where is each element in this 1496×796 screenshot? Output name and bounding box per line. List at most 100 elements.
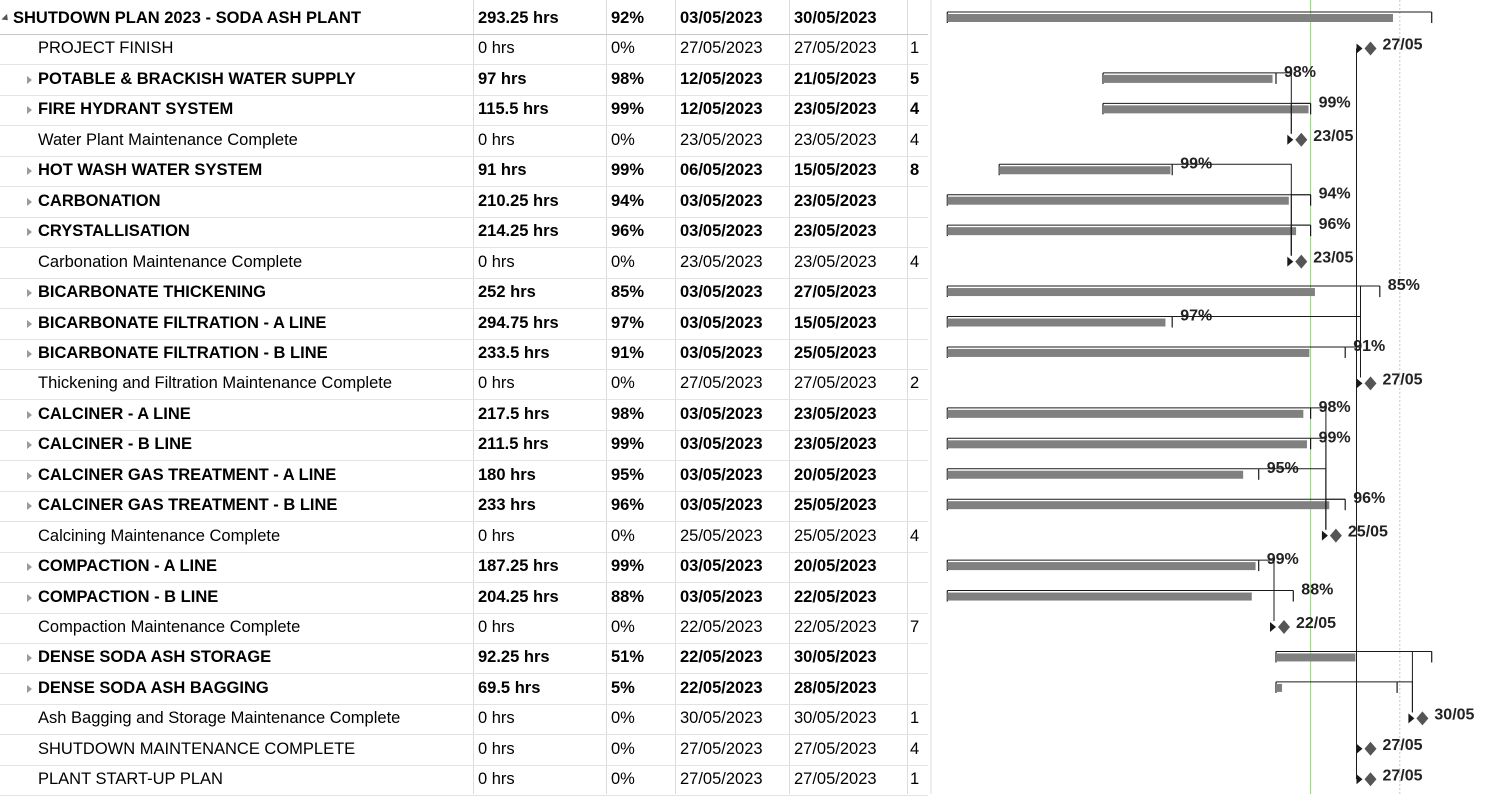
task-finish-date[interactable]: 25/05/2023 — [794, 338, 908, 369]
task-start-date[interactable]: 22/05/2023 — [680, 612, 792, 643]
task-name[interactable]: Thickening and Filtration Maintenance Co… — [38, 368, 500, 399]
task-finish-date[interactable]: 25/05/2023 — [794, 490, 908, 521]
task-start-date[interactable]: 03/05/2023 — [680, 582, 792, 613]
task-start-date[interactable]: 03/05/2023 — [680, 308, 792, 339]
task-work[interactable]: 0 hrs — [478, 368, 606, 399]
task-work[interactable]: 92.25 hrs — [478, 642, 606, 673]
task-row[interactable]: CALCINER - A LINE 217.5 hrs 98% 03/05/2023 2… — [0, 399, 928, 431]
task-finish-date[interactable]: 23/05/2023 — [794, 247, 908, 278]
milestone-row[interactable]: Compaction Maintenance Complete 0 hrs 0% 22… — [0, 612, 928, 644]
task-start-date[interactable]: 03/05/2023 — [680, 338, 792, 369]
task-finish-date[interactable]: 27/05/2023 — [794, 764, 908, 795]
task-start-date[interactable]: 23/05/2023 — [680, 247, 792, 278]
task-name[interactable]: CALCINER - A LINE — [38, 399, 500, 430]
task-name[interactable]: CARBONATION — [38, 186, 500, 217]
task-predecessors[interactable]: 4 — [910, 521, 928, 552]
task-start-date[interactable]: 27/05/2023 — [680, 33, 792, 64]
task-percent-complete[interactable]: 98% — [611, 64, 675, 95]
task-name[interactable]: DENSE SODA ASH BAGGING — [38, 673, 500, 704]
milestone-row[interactable]: Thickening and Filtration Maintenance Co… — [0, 368, 928, 401]
task-name[interactable]: Water Plant Maintenance Complete — [38, 125, 500, 156]
task-finish-date[interactable]: 15/05/2023 — [794, 308, 908, 339]
task-work[interactable]: 0 hrs — [478, 125, 606, 156]
task-predecessors[interactable] — [910, 399, 928, 430]
task-predecessors[interactable] — [910, 551, 928, 582]
task-predecessors[interactable] — [910, 3, 928, 34]
expand-triangle-icon[interactable] — [27, 563, 32, 572]
task-finish-date[interactable]: 23/05/2023 — [794, 125, 908, 156]
task-percent-complete[interactable]: 0% — [611, 521, 675, 552]
milestone-row[interactable]: SHUTDOWN MAINTENANCE COMPLETE 0 hrs 0% 27/0… — [0, 734, 928, 766]
task-percent-complete[interactable]: 0% — [611, 764, 675, 795]
expand-triangle-icon[interactable] — [27, 410, 32, 419]
expand-triangle-icon[interactable] — [27, 684, 32, 693]
task-work[interactable]: 0 hrs — [478, 734, 606, 765]
task-start-date[interactable]: 03/05/2023 — [680, 490, 792, 521]
task-predecessors[interactable]: 4 — [910, 125, 928, 156]
task-row[interactable]: DENSE SODA ASH BAGGING 69.5 hrs 5% 22/05/20… — [0, 673, 928, 705]
task-row[interactable]: DENSE SODA ASH STORAGE 92.25 hrs 51% 22/05/… — [0, 642, 928, 675]
task-predecessors[interactable]: 4 — [910, 247, 928, 278]
task-percent-complete[interactable]: 99% — [611, 155, 675, 186]
task-start-date[interactable]: 27/05/2023 — [680, 764, 792, 795]
expand-triangle-icon[interactable] — [27, 167, 32, 176]
task-row[interactable]: POTABLE & BRACKISH WATER SUPPLY 97 hrs 98%… — [0, 64, 928, 96]
task-finish-date[interactable]: 27/05/2023 — [794, 734, 908, 765]
task-work[interactable]: 293.25 hrs — [478, 3, 606, 34]
task-work[interactable]: 252 hrs — [478, 277, 606, 308]
expand-triangle-icon[interactable] — [27, 349, 32, 358]
task-predecessors[interactable] — [910, 460, 928, 491]
task-predecessors[interactable]: 4 — [910, 734, 928, 765]
task-row[interactable]: CRYSTALLISATION 214.25 hrs 96% 03/05/2023 23… — [0, 216, 928, 249]
task-name[interactable]: FIRE HYDRANT SYSTEM — [38, 94, 500, 125]
task-row[interactable]: BICARBONATE FILTRATION - A LINE 294.75 hr… — [0, 308, 928, 340]
task-predecessors[interactable] — [910, 642, 928, 673]
task-finish-date[interactable]: 22/05/2023 — [794, 582, 908, 613]
expand-triangle-icon[interactable] — [27, 441, 32, 450]
task-percent-complete[interactable]: 0% — [611, 247, 675, 278]
task-predecessors[interactable] — [910, 582, 928, 613]
task-work[interactable]: 294.75 hrs — [478, 308, 606, 339]
task-percent-complete[interactable]: 51% — [611, 642, 675, 673]
task-percent-complete[interactable]: 99% — [611, 94, 675, 125]
task-percent-complete[interactable]: 98% — [611, 399, 675, 430]
task-predecessors[interactable] — [910, 338, 928, 369]
milestone-row[interactable]: PLANT START-UP PLAN 0 hrs 0% 27/05/2023 27/0… — [0, 764, 928, 796]
task-predecessors[interactable]: 1 — [910, 33, 928, 64]
task-finish-date[interactable]: 27/05/2023 — [794, 33, 908, 64]
task-row[interactable]: COMPACTION - B LINE 204.25 hrs 88% 03/05/20… — [0, 582, 928, 614]
task-work[interactable]: 0 hrs — [478, 764, 606, 795]
task-row[interactable]: CALCINER GAS TREATMENT - A LINE 180 hrs 95… — [0, 460, 928, 492]
task-name[interactable]: Ash Bagging and Storage Maintenance Comp… — [38, 703, 500, 734]
task-work[interactable]: 0 hrs — [478, 612, 606, 643]
task-name[interactable]: CALCINER - B LINE — [38, 429, 500, 460]
task-work[interactable]: 115.5 hrs — [478, 94, 606, 125]
task-work[interactable]: 217.5 hrs — [478, 399, 606, 430]
task-percent-complete[interactable]: 0% — [611, 125, 675, 156]
task-finish-date[interactable]: 27/05/2023 — [794, 277, 908, 308]
task-name[interactable]: POTABLE & BRACKISH WATER SUPPLY — [38, 64, 500, 95]
task-name[interactable]: PROJECT FINISH — [38, 33, 500, 64]
task-finish-date[interactable]: 27/05/2023 — [794, 368, 908, 399]
task-name[interactable]: SHUTDOWN PLAN 2023 - SODA ASH PLANT — [13, 3, 475, 34]
task-percent-complete[interactable]: 97% — [611, 308, 675, 339]
task-finish-date[interactable]: 15/05/2023 — [794, 155, 908, 186]
task-start-date[interactable]: 25/05/2023 — [680, 521, 792, 552]
task-predecessors[interactable] — [910, 490, 928, 521]
task-row[interactable]: SHUTDOWN PLAN 2023 - SODA ASH PLANT 293.2… — [0, 3, 928, 35]
task-row[interactable]: CARBONATION 210.25 hrs 94% 03/05/2023 23/05/… — [0, 186, 928, 218]
task-predecessors[interactable]: 1 — [910, 703, 928, 734]
task-start-date[interactable]: 03/05/2023 — [680, 3, 792, 34]
task-finish-date[interactable]: 23/05/2023 — [794, 186, 908, 217]
task-predecessors[interactable] — [910, 308, 928, 339]
task-percent-complete[interactable]: 96% — [611, 490, 675, 521]
task-work[interactable]: 180 hrs — [478, 460, 606, 491]
task-finish-date[interactable]: 23/05/2023 — [794, 399, 908, 430]
milestone-row[interactable]: Water Plant Maintenance Complete 0 hrs 0% 2… — [0, 125, 928, 157]
task-name[interactable]: DENSE SODA ASH STORAGE — [38, 642, 500, 673]
task-start-date[interactable]: 03/05/2023 — [680, 186, 792, 217]
task-percent-complete[interactable]: 99% — [611, 551, 675, 582]
task-name[interactable]: Carbonation Maintenance Complete — [38, 247, 500, 278]
task-finish-date[interactable]: 23/05/2023 — [794, 429, 908, 460]
task-work[interactable]: 210.25 hrs — [478, 186, 606, 217]
